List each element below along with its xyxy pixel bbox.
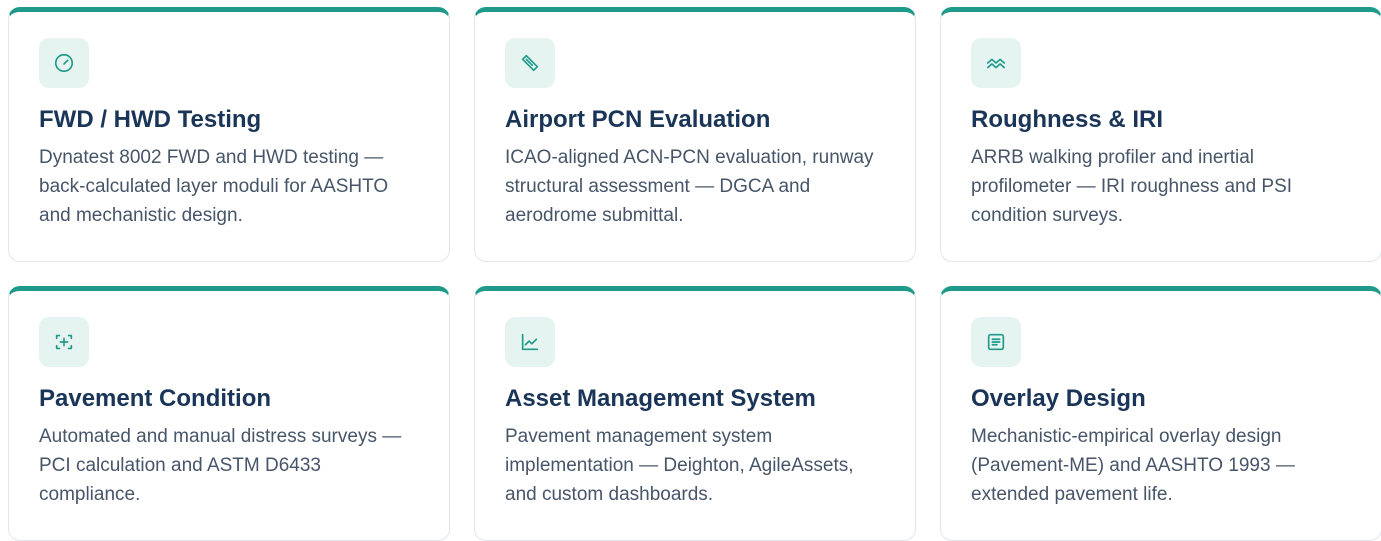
service-card-roughness-iri[interactable]: Roughness & IRI ARRB walking profiler an… (940, 7, 1381, 262)
document-icon (971, 317, 1021, 367)
card-title: Overlay Design (971, 385, 1146, 412)
service-card-pavement-condition[interactable]: Pavement Condition Automated and manual … (8, 286, 450, 541)
card-title: Pavement Condition (39, 385, 272, 412)
service-card-fwd-hwd[interactable]: FWD / HWD Testing Dynatest 8002 FWD and … (8, 7, 450, 262)
card-title: Asset Management System (505, 385, 816, 412)
card-description: Automated and manual distress surveys — … (39, 426, 402, 505)
service-card-asset-management[interactable]: Asset Management System Pavement managem… (474, 286, 916, 541)
line-chart-icon (505, 317, 555, 367)
services-grid: FWD / HWD Testing Dynatest 8002 FWD and … (8, 7, 1381, 541)
scan-plus-icon (39, 317, 89, 367)
card-description: Dynatest 8002 FWD and HWD testing — back… (39, 147, 389, 226)
card-title: Airport PCN Evaluation (505, 106, 771, 133)
card-title: Roughness & IRI (971, 106, 1164, 133)
card-description: ARRB walking profiler and inertial profi… (971, 147, 1293, 226)
card-description: ICAO-aligned ACN-PCN evaluation, runway … (505, 147, 874, 226)
service-card-airport-pcn[interactable]: Airport PCN Evaluation ICAO-aligned ACN-… (474, 7, 916, 262)
service-card-overlay-design[interactable]: Overlay Design Mechanistic-empirical ove… (940, 286, 1381, 541)
gauge-icon (39, 38, 89, 88)
card-title: FWD / HWD Testing (39, 106, 262, 133)
card-description: Pavement management system implementatio… (505, 426, 854, 505)
card-description: Mechanistic-empirical overlay design (Pa… (971, 426, 1295, 505)
ruler-icon (505, 38, 555, 88)
waves-icon (971, 38, 1021, 88)
